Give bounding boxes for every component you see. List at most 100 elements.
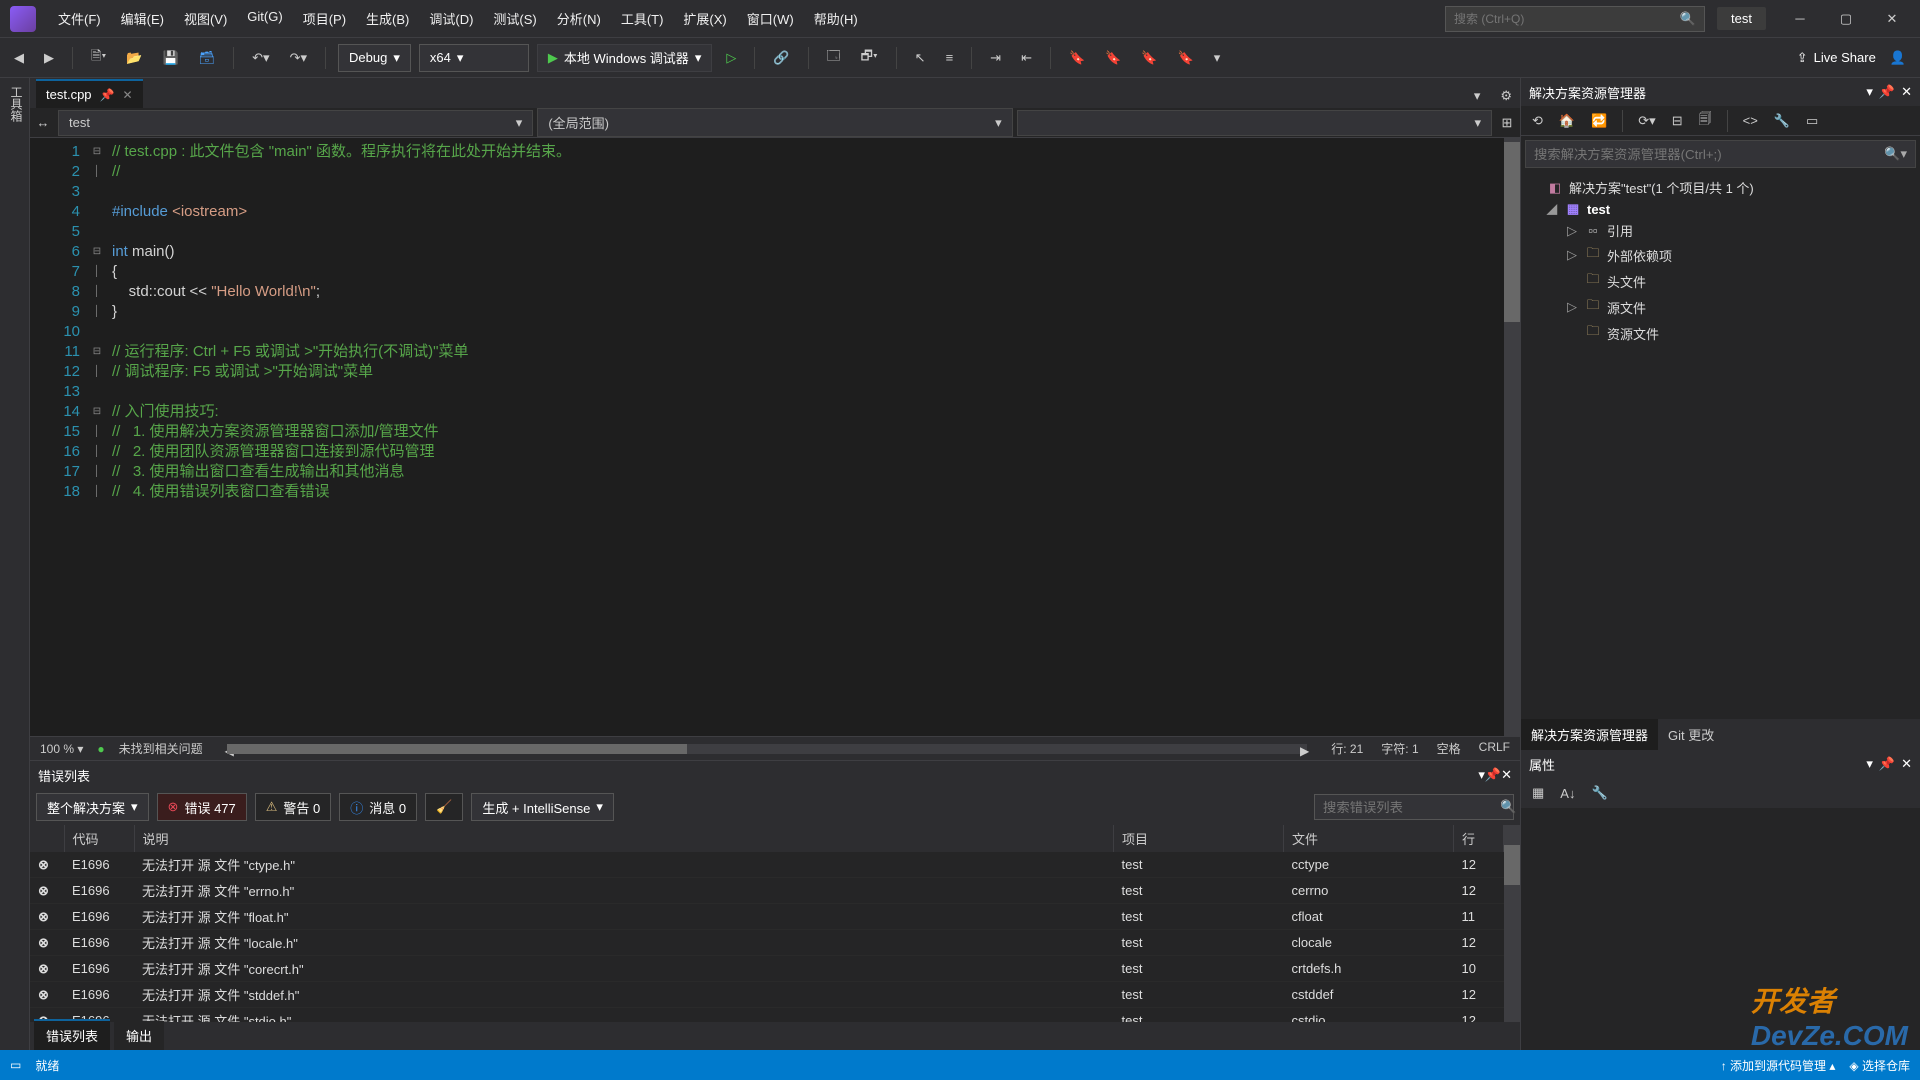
menu-Git(G)[interactable]: Git(G) [237,3,292,34]
refresh-icon[interactable]: ⟳▾ [1633,109,1660,133]
cursor-icon[interactable]: ↖ [909,46,932,70]
config-combo[interactable]: Debug▾ [338,44,411,72]
toolbox-tab[interactable]: 工具箱 [0,78,30,1050]
format-icon[interactable]: ≡ [940,46,960,69]
messages-filter[interactable]: ⓘ消息 0 [339,793,417,821]
clear-filter[interactable]: 🧹 [425,793,463,821]
error-row[interactable]: ⊗ E1696无法打开 源 文件 "corecrt.h"testcrtdefs.… [30,956,1504,982]
indent-mode[interactable]: 空格 [1437,740,1461,757]
build-intellisense-combo[interactable]: 生成 + IntelliSense▾ [471,793,614,821]
code-editor[interactable]: 123456789101112131415161718 ⊟│ ⊟│││ ⊟│ ⊟… [30,138,1520,736]
solution-search-input[interactable] [1534,147,1884,162]
props-wrench-icon[interactable]: 🔧 [1586,781,1612,805]
panel-menu-icon[interactable]: ▾ [1866,756,1873,772]
tree-references[interactable]: ▷▫▫引用 [1523,219,1918,242]
nav-left-icon[interactable]: ↔ [30,115,56,130]
nav-fwd-icon[interactable]: ▶ [38,46,60,70]
error-row[interactable]: ⊗ E1696无法打开 源 文件 "stddef.h"testcstddef12 [30,982,1504,1008]
tool-icon-1[interactable]: 🗔 [821,43,847,73]
bookmark-clear-icon[interactable]: 🔖 [1172,46,1200,70]
editor-hscroll[interactable]: ◀▶ [227,744,1308,754]
new-project-icon[interactable]: 🗎▾ [85,43,112,73]
open-icon[interactable]: 📂 [120,46,148,70]
redo-icon[interactable]: ↷▾ [284,46,313,70]
props-icon[interactable]: 🔧 [1769,109,1795,133]
error-row[interactable]: ⊗ E1696无法打开 源 文件 "stdio.h"testcstdio12 [30,1008,1504,1023]
tab-overflow-icon[interactable]: ▾ [1466,84,1489,108]
menu-帮助(H)[interactable]: 帮助(H) [804,3,868,34]
context-member[interactable]: ▾ [1017,110,1492,136]
error-search[interactable]: 🔍 [1314,794,1514,820]
tree-headers[interactable]: 🗀头文件 [1523,268,1918,294]
indent-icon[interactable]: ⇥ [984,46,1007,70]
code-content[interactable]: // test.cpp : 此文件包含 "main" 函数。程序执行将在此处开始… [104,138,1504,736]
tree-project[interactable]: ◢▦test [1523,199,1918,219]
collapse-icon[interactable]: ⊟ [1667,109,1688,133]
error-row[interactable]: ⊗ E1696无法打开 源 文件 "errno.h"testcerrno12 [30,878,1504,904]
menu-项目(P)[interactable]: 项目(P) [293,3,356,34]
menu-工具(T)[interactable]: 工具(T) [611,3,674,34]
bookmark-icon[interactable]: 🔖 [1063,46,1091,70]
show-all-icon[interactable]: 🗐 [1694,106,1717,136]
bookmark-next-icon[interactable]: 🔖 [1135,46,1163,70]
editor-vscroll[interactable] [1504,138,1520,736]
sync-icon[interactable]: 🔁 [1586,109,1612,133]
tab-solution-explorer[interactable]: 解决方案资源管理器 [1521,719,1658,750]
editor-tab-test-cpp[interactable]: test.cpp 📌 ✕ [36,79,143,108]
undo-icon[interactable]: ↶▾ [246,46,275,70]
menu-测试(S)[interactable]: 测试(S) [483,3,546,34]
error-table[interactable]: 代码 说明 项目 文件 行 ⊗ E1696无法打开 源 文件 "ctype.h"… [30,825,1504,1022]
menu-分析(N)[interactable]: 分析(N) [547,3,611,34]
platform-combo[interactable]: x64▾ [419,44,529,72]
tool-icon-2[interactable]: 🗗▾ [855,43,884,73]
save-icon[interactable]: 💾 [156,46,184,70]
bookmark-prev-icon[interactable]: 🔖 [1099,46,1127,70]
fold-gutter[interactable]: ⊟│ ⊟│││ ⊟│ ⊟││││ [90,138,104,736]
minimize-button[interactable]: ─ [1778,4,1822,34]
save-all-icon[interactable]: 🗃 [193,46,222,70]
solution-name-badge[interactable]: test [1717,7,1766,30]
add-to-source-control[interactable]: ↑ 添加到源代码管理 ▴ [1721,1057,1836,1074]
error-search-input[interactable] [1323,800,1500,815]
errors-filter[interactable]: ⊗错误 477 [157,793,247,821]
menu-扩展(X)[interactable]: 扩展(X) [673,3,736,34]
panel-close-icon[interactable]: ✕ [1901,84,1912,100]
close-button[interactable]: ✕ [1870,4,1914,34]
output-icon[interactable]: ▭ [10,1058,21,1072]
menu-生成(B)[interactable]: 生成(B) [356,3,419,34]
categorized-icon[interactable]: ▦ [1527,781,1549,805]
eol-mode[interactable]: CRLF [1479,740,1510,757]
panel-menu-icon[interactable]: ▾ [1866,84,1873,100]
start-no-debug-icon[interactable]: ▷ [720,46,742,70]
context-project[interactable]: test▾ [58,110,533,136]
close-tab-icon[interactable]: ✕ [122,88,132,102]
panel-close-icon[interactable]: ✕ [1901,756,1912,772]
tab-git-changes[interactable]: Git 更改 [1658,719,1724,750]
solution-search[interactable]: 🔍▾ [1525,140,1916,168]
menu-视图(V)[interactable]: 视图(V) [174,3,237,34]
live-share-button[interactable]: ⇪ Live Share [1797,50,1876,66]
panel-close-icon[interactable]: ✕ [1501,767,1512,783]
panel-pin-icon[interactable]: 📌 [1879,84,1895,100]
bottom-tab-errors[interactable]: 错误列表 [34,1019,110,1050]
menu-文件(F)[interactable]: 文件(F) [48,3,111,34]
warnings-filter[interactable]: ⚠警告 0 [255,793,332,821]
tree-solution-root[interactable]: ◧解决方案"test"(1 个项目/共 1 个) [1523,176,1918,199]
nav-back-icon[interactable]: ◀ [8,46,30,70]
context-scope[interactable]: (全局范围)▾ [537,108,1012,137]
pin-icon[interactable]: 📌 [100,88,115,102]
panel-pin-icon[interactable]: 📌 [1485,767,1501,783]
menu-编辑(E)[interactable]: 编辑(E) [111,3,174,34]
bottom-tab-output[interactable]: 输出 [114,1021,164,1050]
tree-external[interactable]: ▷🗀外部依赖项 [1523,242,1918,268]
alphabetical-icon[interactable]: A↓ [1555,782,1580,805]
error-row[interactable]: ⊗ E1696无法打开 源 文件 "ctype.h"testcctype12 [30,852,1504,878]
solution-tree[interactable]: ◧解决方案"test"(1 个项目/共 1 个) ◢▦test ▷▫▫引用 ▷🗀… [1521,172,1920,719]
home-icon[interactable]: 🏠 [1554,109,1580,133]
feedback-icon[interactable]: 👤 [1884,46,1912,70]
preview-icon[interactable]: ▭ [1801,109,1823,133]
zoom-combo[interactable]: 100 % ▾ [40,742,83,756]
error-row[interactable]: ⊗ E1696无法打开 源 文件 "float.h"testcfloat11 [30,904,1504,930]
global-search-input[interactable] [1454,12,1680,26]
errorlist-vscroll[interactable] [1504,825,1520,1022]
